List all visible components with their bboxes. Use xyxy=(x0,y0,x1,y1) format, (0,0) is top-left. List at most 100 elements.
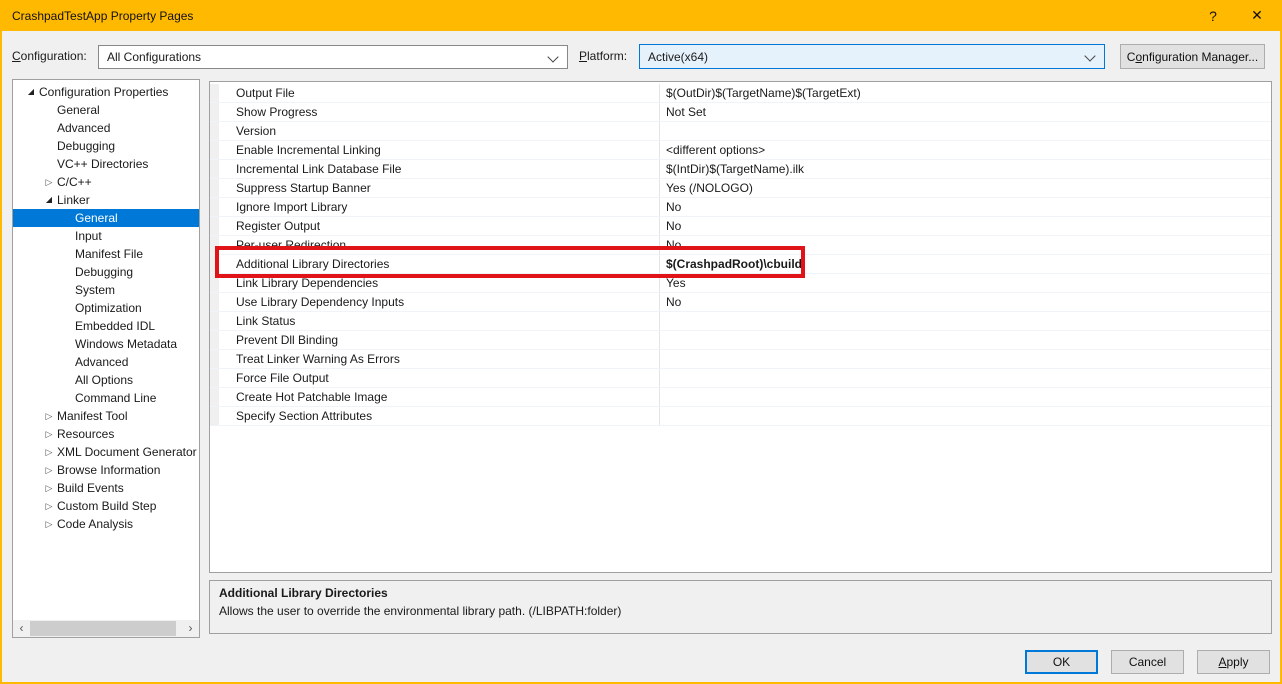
collapsed-icon[interactable]: ▷ xyxy=(41,443,57,461)
tree-item-label: Advanced xyxy=(75,355,128,369)
help-icon[interactable]: ? xyxy=(1196,0,1230,31)
property-value[interactable] xyxy=(659,312,1271,330)
property-row-per-user-redirection[interactable]: Per-user RedirectionNo xyxy=(210,236,1271,255)
property-row-use-library-dependency-inputs[interactable]: Use Library Dependency InputsNo xyxy=(210,293,1271,312)
property-row-incremental-link-database-file[interactable]: Incremental Link Database File$(IntDir)$… xyxy=(210,160,1271,179)
collapsed-icon[interactable]: ▷ xyxy=(41,479,57,497)
property-value[interactable] xyxy=(659,388,1271,406)
tree-item-browse-information[interactable]: ▷Browse Information xyxy=(13,461,199,479)
settings-tree-panel: ◢Configuration PropertiesGeneralAdvanced… xyxy=(12,79,200,638)
property-row-register-output[interactable]: Register OutputNo xyxy=(210,217,1271,236)
property-row-ignore-import-library[interactable]: Ignore Import LibraryNo xyxy=(210,198,1271,217)
scroll-left-icon[interactable]: ‹ xyxy=(13,620,30,637)
property-value[interactable]: <different options> xyxy=(659,141,1271,159)
property-value[interactable]: No xyxy=(659,217,1271,235)
tree-item-general[interactable]: General xyxy=(13,101,199,119)
tree-item-system[interactable]: System xyxy=(13,281,199,299)
apply-button[interactable]: Apply xyxy=(1197,650,1270,674)
cancel-button[interactable]: Cancel xyxy=(1111,650,1184,674)
tree-item-c-c[interactable]: ▷C/C++ xyxy=(13,173,199,191)
property-value[interactable] xyxy=(659,350,1271,368)
tree-item-input[interactable]: Input xyxy=(13,227,199,245)
property-value[interactable] xyxy=(659,369,1271,387)
property-label: Force File Output xyxy=(219,369,659,387)
tree-item-manifest-tool[interactable]: ▷Manifest Tool xyxy=(13,407,199,425)
property-row-force-file-output[interactable]: Force File Output xyxy=(210,369,1271,388)
property-row-enable-incremental-linking[interactable]: Enable Incremental Linking<different opt… xyxy=(210,141,1271,160)
property-row-link-status[interactable]: Link Status xyxy=(210,312,1271,331)
tree-item-advanced[interactable]: Advanced xyxy=(13,119,199,137)
property-label: Version xyxy=(219,122,659,140)
tree-item-manifest-file[interactable]: Manifest File xyxy=(13,245,199,263)
property-label: Output File xyxy=(219,84,659,102)
tree-item-configuration-properties[interactable]: ◢Configuration Properties xyxy=(13,83,199,101)
row-gutter xyxy=(210,179,219,197)
scrollbar-thumb[interactable] xyxy=(30,621,176,636)
tree-item-build-events[interactable]: ▷Build Events xyxy=(13,479,199,497)
property-row-treat-linker-warning-as-errors[interactable]: Treat Linker Warning As Errors xyxy=(210,350,1271,369)
property-value[interactable] xyxy=(659,331,1271,349)
configuration-dropdown[interactable]: All Configurations xyxy=(98,45,568,69)
collapsed-icon[interactable]: ▷ xyxy=(41,461,57,479)
property-value[interactable]: Yes xyxy=(659,274,1271,292)
property-value[interactable]: No xyxy=(659,236,1271,254)
property-value[interactable] xyxy=(659,407,1271,425)
tree-item-xml-document-generator[interactable]: ▷XML Document Generator xyxy=(13,443,199,461)
tree-item-vc-directories[interactable]: VC++ Directories xyxy=(13,155,199,173)
configuration-label: Configuration: xyxy=(12,49,87,63)
property-row-additional-library-directories[interactable]: Additional Library Directories$(Crashpad… xyxy=(210,255,1271,274)
tree-item-code-analysis[interactable]: ▷Code Analysis xyxy=(13,515,199,533)
tree-item-linker[interactable]: ◢Linker xyxy=(13,191,199,209)
property-value[interactable]: $(IntDir)$(TargetName).ilk xyxy=(659,160,1271,178)
scroll-right-icon[interactable]: › xyxy=(182,620,199,637)
collapsed-icon[interactable]: ▷ xyxy=(41,407,57,425)
tree-item-general[interactable]: General xyxy=(13,209,199,227)
horizontal-scrollbar[interactable]: ‹ › xyxy=(13,620,199,637)
platform-dropdown[interactable]: Active(x64) xyxy=(639,44,1105,69)
property-row-specify-section-attributes[interactable]: Specify Section Attributes xyxy=(210,407,1271,426)
tree-item-optimization[interactable]: Optimization xyxy=(13,299,199,317)
tree-item-all-options[interactable]: All Options xyxy=(13,371,199,389)
property-row-prevent-dll-binding[interactable]: Prevent Dll Binding xyxy=(210,331,1271,350)
property-value[interactable]: Yes (/NOLOGO) xyxy=(659,179,1271,197)
property-value[interactable] xyxy=(659,122,1271,140)
platform-dropdown-value: Active(x64) xyxy=(648,50,708,64)
collapsed-icon[interactable]: ▷ xyxy=(41,173,57,191)
tree-item-debugging[interactable]: Debugging xyxy=(13,137,199,155)
expanded-icon[interactable]: ◢ xyxy=(23,83,39,101)
ok-button[interactable]: OK xyxy=(1025,650,1098,674)
configuration-manager-button[interactable]: Configuration Manager... xyxy=(1120,44,1265,69)
tree-item-custom-build-step[interactable]: ▷Custom Build Step xyxy=(13,497,199,515)
tree-item-advanced[interactable]: Advanced xyxy=(13,353,199,371)
property-row-version[interactable]: Version xyxy=(210,122,1271,141)
row-gutter xyxy=(210,236,219,254)
property-row-suppress-startup-banner[interactable]: Suppress Startup BannerYes (/NOLOGO) xyxy=(210,179,1271,198)
property-value[interactable]: $(OutDir)$(TargetName)$(TargetExt) xyxy=(659,84,1271,102)
collapsed-icon[interactable]: ▷ xyxy=(41,425,57,443)
settings-tree: ◢Configuration PropertiesGeneralAdvanced… xyxy=(13,83,199,533)
chevron-down-icon xyxy=(547,51,558,62)
expanded-icon[interactable]: ◢ xyxy=(41,191,57,209)
property-label: Enable Incremental Linking xyxy=(219,141,659,159)
property-label: Create Hot Patchable Image xyxy=(219,388,659,406)
property-row-link-library-dependencies[interactable]: Link Library DependenciesYes xyxy=(210,274,1271,293)
tree-item-embedded-idl[interactable]: Embedded IDL xyxy=(13,317,199,335)
property-value[interactable]: $(CrashpadRoot)\cbuild xyxy=(659,255,1271,273)
help-title: Additional Library Directories xyxy=(219,586,1262,600)
property-row-create-hot-patchable-image[interactable]: Create Hot Patchable Image xyxy=(210,388,1271,407)
property-value[interactable]: No xyxy=(659,198,1271,216)
property-pages-dialog: CrashpadTestApp Property Pages ? ✕ Confi… xyxy=(0,0,1282,684)
close-icon[interactable]: ✕ xyxy=(1240,0,1274,31)
configuration-dropdown-value: All Configurations xyxy=(107,50,201,64)
tree-item-windows-metadata[interactable]: Windows Metadata xyxy=(13,335,199,353)
tree-item-debugging[interactable]: Debugging xyxy=(13,263,199,281)
collapsed-icon[interactable]: ▷ xyxy=(41,515,57,533)
property-row-show-progress[interactable]: Show ProgressNot Set xyxy=(210,103,1271,122)
property-value[interactable]: Not Set xyxy=(659,103,1271,121)
tree-item-label: Custom Build Step xyxy=(57,499,156,513)
tree-item-resources[interactable]: ▷Resources xyxy=(13,425,199,443)
tree-item-command-line[interactable]: Command Line xyxy=(13,389,199,407)
property-value[interactable]: No xyxy=(659,293,1271,311)
collapsed-icon[interactable]: ▷ xyxy=(41,497,57,515)
property-row-output-file[interactable]: Output File$(OutDir)$(TargetName)$(Targe… xyxy=(210,84,1271,103)
